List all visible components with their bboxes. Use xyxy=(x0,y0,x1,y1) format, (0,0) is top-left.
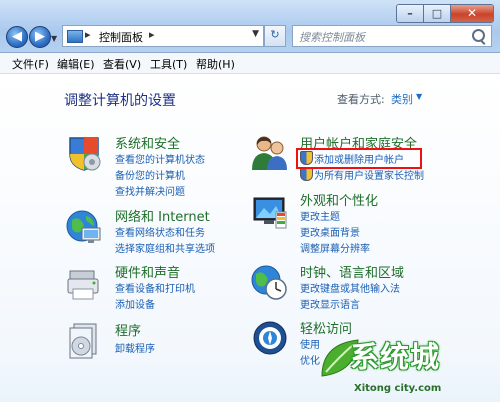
programs-icon[interactable] xyxy=(64,320,104,360)
network-internet-icon[interactable] xyxy=(64,206,104,246)
back-arrow-icon: ◀ xyxy=(12,29,22,44)
link-parental-controls[interactable]: 为所有用户设置家长控制 xyxy=(314,167,424,182)
ease-of-access-icon[interactable] xyxy=(250,318,290,358)
category-programs[interactable]: 程序 xyxy=(115,320,141,339)
link-uninstall-program[interactable]: 卸载程序 xyxy=(115,340,155,355)
maximize-button[interactable]: □ xyxy=(424,5,451,22)
link-view-computer-status[interactable]: 查看您的计算机状态 xyxy=(115,151,205,166)
link-homegroup-sharing[interactable]: 选择家庭组和共享选项 xyxy=(115,240,215,255)
view-by-dropdown-icon[interactable]: ▼ xyxy=(416,92,422,101)
system-security-icon[interactable] xyxy=(64,132,104,172)
menu-tools[interactable]: 工具(T) xyxy=(150,56,187,72)
minimize-button[interactable]: – xyxy=(397,5,424,22)
user-accounts-icon[interactable] xyxy=(250,132,290,172)
appearance-icon[interactable] xyxy=(250,192,290,232)
forward-arrow-icon: ▶ xyxy=(35,29,45,44)
category-clock-language[interactable]: 时钟、语言和区域 xyxy=(300,262,404,281)
hardware-sound-icon[interactable] xyxy=(64,263,104,303)
uac-shield-icon xyxy=(300,167,313,181)
maximize-icon: □ xyxy=(431,7,443,20)
breadcrumb-control-panel[interactable]: 控制面板 xyxy=(99,29,143,45)
address-bar[interactable]: ▸ 控制面板 ▸ ▼ xyxy=(62,25,264,47)
link-screen-resolution[interactable]: 调整屏幕分辨率 xyxy=(300,240,370,255)
forward-button[interactable]: ▶ xyxy=(29,26,51,48)
link-troubleshoot[interactable]: 查找并解决问题 xyxy=(115,183,185,198)
link-view-network-status[interactable]: 查看网络状态和任务 xyxy=(115,224,205,239)
menu-bar: 文件(F) 编辑(E) 查看(V) 工具(T) 帮助(H) xyxy=(0,53,500,74)
menu-edit[interactable]: 编辑(E) xyxy=(57,56,95,72)
control-panel-folder-icon xyxy=(67,30,83,43)
link-add-device[interactable]: 添加设备 xyxy=(115,296,155,311)
breadcrumb-separator[interactable]: ▸ xyxy=(85,28,91,41)
refresh-icon: ↻ xyxy=(270,28,280,41)
menu-view[interactable]: 查看(V) xyxy=(103,56,141,72)
recent-pages-dropdown[interactable]: ▼ xyxy=(51,34,57,43)
category-system-security[interactable]: 系统和安全 xyxy=(115,133,180,152)
breadcrumb-separator[interactable]: ▸ xyxy=(149,28,155,41)
category-network-internet[interactable]: 网络和 Internet xyxy=(115,206,210,225)
close-button[interactable]: ✕ xyxy=(451,5,493,22)
link-change-input-method[interactable]: 更改键盘或其他输入法 xyxy=(300,280,400,295)
view-by-selector[interactable]: 类别 xyxy=(391,91,413,107)
category-hardware-sound[interactable]: 硬件和声音 xyxy=(115,262,180,281)
minimize-icon: – xyxy=(407,7,413,20)
refresh-button[interactable]: ↻ xyxy=(264,25,286,47)
title-bar: – □ ✕ ◀ ▶ ▼ ▸ 控制面板 ▸ ▼ ↻ 搜索控制面板 xyxy=(0,0,500,53)
watermark-text: 系统城 xyxy=(350,340,441,374)
view-by-label: 查看方式: xyxy=(337,93,385,106)
page-title: 调整计算机的设置 xyxy=(64,93,176,109)
clock-language-icon[interactable] xyxy=(250,262,290,302)
search-box[interactable]: 搜索控制面板 xyxy=(292,25,492,47)
link-devices-printers[interactable]: 查看设备和打印机 xyxy=(115,280,195,295)
menu-help[interactable]: 帮助(H) xyxy=(196,56,235,72)
watermark-url: Xitong city.com xyxy=(354,383,442,394)
window-controls: – □ ✕ xyxy=(396,4,494,23)
link-backup-computer[interactable]: 备份您的计算机 xyxy=(115,167,185,182)
search-icon[interactable] xyxy=(472,29,485,42)
link-change-theme[interactable]: 更改主题 xyxy=(300,208,340,223)
watermark: 系统城 Xitong city.com xyxy=(298,328,486,402)
search-input[interactable]: 搜索控制面板 xyxy=(299,29,365,45)
highlight-box xyxy=(296,148,422,169)
close-icon: ✕ xyxy=(466,6,478,20)
menu-file[interactable]: 文件(F) xyxy=(12,56,49,72)
control-panel-content: 调整计算机的设置 查看方式: 类别 ▼ 系统和安全 查看您的计算机状态 备份您的… xyxy=(0,74,500,402)
category-appearance[interactable]: 外观和个性化 xyxy=(300,190,378,209)
link-change-background[interactable]: 更改桌面背景 xyxy=(300,224,360,239)
link-change-display-language[interactable]: 更改显示语言 xyxy=(300,296,360,311)
back-button[interactable]: ◀ xyxy=(6,26,28,48)
address-dropdown-icon[interactable]: ▼ xyxy=(252,29,259,39)
